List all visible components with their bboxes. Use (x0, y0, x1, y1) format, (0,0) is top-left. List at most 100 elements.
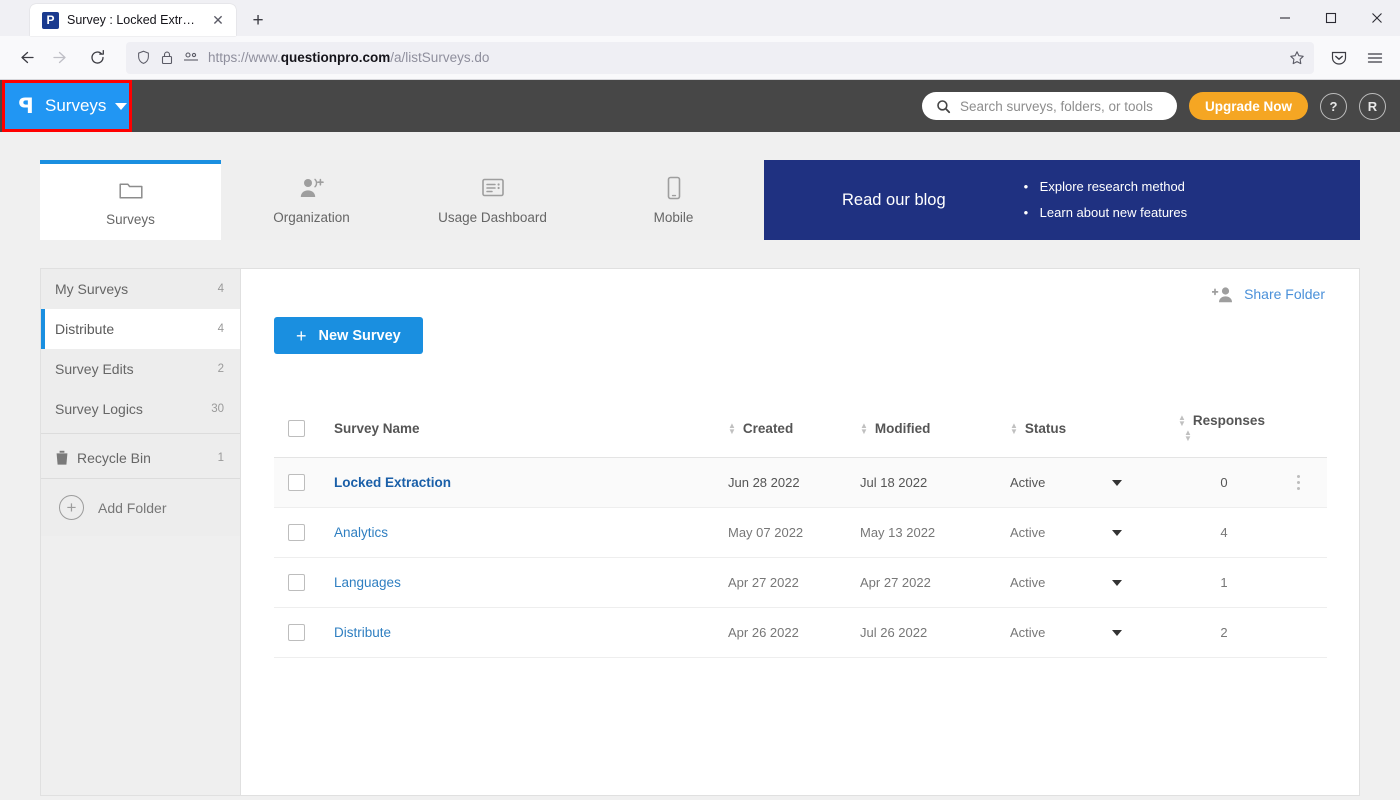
row-checkbox[interactable] (288, 524, 305, 541)
permissions-icon[interactable] (183, 51, 199, 64)
chevron-down-icon[interactable] (1112, 580, 1122, 586)
sort-icon[interactable]: ▲▼ (1178, 415, 1186, 427)
share-folder-button[interactable]: Share Folder (1212, 286, 1325, 303)
close-icon[interactable]: ✕ (208, 10, 228, 30)
sort-icon[interactable]: ▲▼ (860, 423, 868, 435)
sidebar-item-distribute[interactable]: Distribute 4 (41, 309, 240, 349)
status-cell: Active (1010, 508, 1178, 558)
tab-surveys[interactable]: Surveys (40, 160, 221, 240)
divider (41, 433, 240, 434)
folder-icon (119, 177, 143, 203)
search-icon (936, 99, 951, 114)
sidebar-item-my-surveys[interactable]: My Surveys 4 (41, 269, 240, 309)
survey-name-link[interactable]: Analytics (334, 525, 388, 540)
sidebar-item-recycle-bin[interactable]: Recycle Bin 1 (41, 438, 240, 478)
column-header-responses[interactable]: ▲▼Responses▲▼ (1178, 399, 1270, 458)
sidebar-item-survey-logics[interactable]: Survey Logics 30 (41, 389, 240, 429)
status-cell: Active (1010, 558, 1178, 608)
reload-icon[interactable] (80, 42, 114, 74)
star-icon[interactable] (1284, 45, 1310, 71)
folder-label: Distribute (55, 321, 210, 337)
browser-titlebar: P Survey : Locked Extraction ✕ + (0, 0, 1400, 36)
row-checkbox[interactable] (288, 624, 305, 641)
chevron-down-icon[interactable] (115, 103, 127, 110)
survey-table: Survey Name ▲▼Created ▲▼Modified ▲▼Statu… (274, 399, 1327, 658)
mobile-phone-icon (666, 175, 682, 201)
survey-name-link[interactable]: Distribute (334, 625, 391, 640)
back-icon[interactable] (8, 42, 42, 74)
folder-label: My Surveys (55, 281, 210, 297)
search-placeholder: Search surveys, folders, or tools (960, 99, 1153, 114)
list-item[interactable]: Explore research method (1024, 174, 1187, 200)
add-person-icon (299, 175, 325, 201)
lock-icon[interactable] (160, 50, 174, 65)
add-folder-label: Add Folder (98, 500, 166, 516)
column-header-created[interactable]: ▲▼Created (728, 399, 860, 458)
row-actions-cell (1270, 458, 1327, 508)
url-bar[interactable]: https://www.questionpro.com/a/listSurvey… (126, 42, 1314, 74)
sort-icon[interactable]: ▲▼ (1010, 423, 1018, 435)
survey-list-panel: Share Folder + New Survey (241, 269, 1359, 795)
column-header-modified[interactable]: ▲▼Modified (860, 399, 1010, 458)
surveys-logo-button[interactable]: P Surveys (4, 83, 130, 129)
browser-tab[interactable]: P Survey : Locked Extraction ✕ (30, 4, 236, 36)
url-text[interactable]: https://www.questionpro.com/a/listSurvey… (208, 50, 1304, 65)
new-survey-wrap: + New Survey (241, 309, 1359, 354)
tab-label: Usage Dashboard (438, 210, 547, 225)
close-window-icon[interactable] (1354, 0, 1400, 36)
survey-name-cell: Languages (334, 558, 728, 608)
sort-icon[interactable]: ▲▼ (1184, 430, 1192, 442)
avatar[interactable]: R (1359, 93, 1386, 120)
new-survey-label: New Survey (319, 328, 401, 344)
row-actions-cell (1270, 508, 1327, 558)
favicon-icon: P (42, 12, 59, 29)
table-header-row: Survey Name ▲▼Created ▲▼Modified ▲▼Statu… (274, 399, 1327, 458)
share-folder-label: Share Folder (1244, 286, 1325, 302)
toolbar-right-actions (1322, 42, 1392, 74)
minimize-icon[interactable] (1262, 0, 1308, 36)
survey-name-link[interactable]: Languages (334, 575, 401, 590)
sidebar-item-survey-edits[interactable]: Survey Edits 2 (41, 349, 240, 389)
forward-icon[interactable] (44, 42, 78, 74)
surveys-logo-label: Surveys (45, 96, 106, 116)
more-options-icon[interactable] (1270, 475, 1327, 490)
browser-toolbar: https://www.questionpro.com/a/listSurvey… (0, 36, 1400, 80)
trash-icon (55, 450, 69, 466)
tab-organization[interactable]: Organization (221, 160, 402, 240)
sidebar-filler (41, 536, 240, 795)
blog-promo-panel[interactable]: Read our blog Explore research method Le… (764, 160, 1360, 240)
list-item[interactable]: Learn about new features (1024, 200, 1187, 226)
table-row[interactable]: Distribute Apr 26 2022 Jul 26 2022 Activ… (274, 608, 1327, 658)
tab-mobile[interactable]: Mobile (583, 160, 764, 240)
column-header-status[interactable]: ▲▼Status (1010, 399, 1178, 458)
window-controls (1262, 0, 1400, 36)
blog-panel-list: Explore research method Learn about new … (1024, 174, 1187, 226)
tab-usage-dashboard[interactable]: Usage Dashboard (402, 160, 583, 240)
chevron-down-icon[interactable] (1112, 630, 1122, 636)
upgrade-now-button[interactable]: Upgrade Now (1189, 92, 1308, 120)
chevron-down-icon[interactable] (1112, 530, 1122, 536)
blog-panel-title: Read our blog (842, 191, 946, 210)
new-survey-button[interactable]: + New Survey (274, 317, 423, 354)
survey-name-cell: Distribute (334, 608, 728, 658)
survey-name-link[interactable]: Locked Extraction (334, 475, 451, 490)
table-row[interactable]: Locked Extraction Jun 28 2022 Jul 18 202… (274, 458, 1327, 508)
row-checkbox[interactable] (288, 474, 305, 491)
responses-cell: 4 (1178, 508, 1270, 558)
shield-icon[interactable] (136, 50, 151, 65)
select-all-checkbox[interactable] (288, 420, 305, 437)
column-header-survey-name[interactable]: Survey Name (334, 399, 728, 458)
table-row[interactable]: Analytics May 07 2022 May 13 2022 Active… (274, 508, 1327, 558)
search-input[interactable]: Search surveys, folders, or tools (922, 92, 1177, 120)
table-row[interactable]: Languages Apr 27 2022 Apr 27 2022 Active… (274, 558, 1327, 608)
row-checkbox[interactable] (288, 574, 305, 591)
help-icon[interactable]: ? (1320, 93, 1347, 120)
new-tab-button[interactable]: + (242, 4, 274, 36)
share-person-icon (1212, 286, 1234, 303)
maximize-icon[interactable] (1308, 0, 1354, 36)
pocket-icon[interactable] (1322, 42, 1356, 74)
add-folder-button[interactable]: + Add Folder (41, 478, 240, 536)
chevron-down-icon[interactable] (1112, 480, 1122, 486)
sort-icon[interactable]: ▲▼ (728, 423, 736, 435)
hamburger-menu-icon[interactable] (1358, 42, 1392, 74)
